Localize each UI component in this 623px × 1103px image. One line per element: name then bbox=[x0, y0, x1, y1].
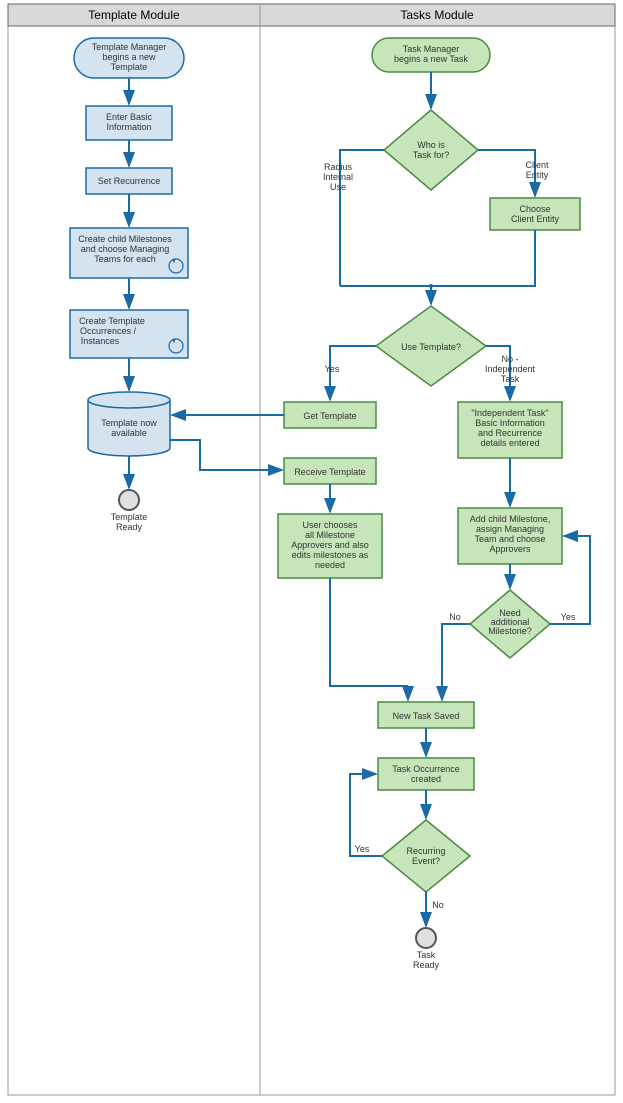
svg-text:Who isTask for?: Who isTask for? bbox=[413, 140, 450, 160]
svg-text:"Independent Task"Basic Inform: "Independent Task"Basic Informationand R… bbox=[471, 408, 548, 448]
arrow bbox=[340, 230, 535, 286]
arrow bbox=[442, 624, 470, 686]
svg-text:ClientEntity: ClientEntity bbox=[525, 160, 549, 180]
arrow bbox=[330, 578, 408, 686]
tasks-lane-title: Tasks Module bbox=[400, 8, 474, 22]
task-ready-end bbox=[416, 928, 436, 948]
template-lane-title: Template Module bbox=[88, 8, 180, 22]
svg-text:Get Template: Get Template bbox=[303, 411, 356, 421]
flowchart-diagram: Template Module Tasks Module Template Ma… bbox=[0, 0, 623, 1103]
svg-text:Set Recurrence: Set Recurrence bbox=[98, 176, 161, 186]
svg-text:RecurringEvent?: RecurringEvent? bbox=[406, 846, 445, 866]
svg-text:No: No bbox=[449, 612, 461, 622]
svg-text:No -IndependentTask: No -IndependentTask bbox=[485, 354, 536, 384]
svg-text:TaskReady: TaskReady bbox=[413, 950, 440, 970]
svg-text:TemplateReady: TemplateReady bbox=[111, 512, 148, 532]
arrow bbox=[170, 440, 282, 470]
svg-text:New Task Saved: New Task Saved bbox=[393, 711, 460, 721]
svg-text:Yes: Yes bbox=[561, 612, 576, 622]
svg-text:Use Template?: Use Template? bbox=[401, 342, 461, 352]
svg-text:Receive Template: Receive Template bbox=[294, 467, 365, 477]
svg-text:Enter BasicInformation: Enter BasicInformation bbox=[106, 112, 153, 132]
svg-text:Yes: Yes bbox=[355, 844, 370, 854]
svg-text:Yes: Yes bbox=[325, 364, 340, 374]
svg-text:Task Managerbegins a new Task: Task Managerbegins a new Task bbox=[394, 44, 468, 64]
template-available-db: Template nowavailable bbox=[88, 392, 170, 456]
svg-text:No: No bbox=[432, 900, 444, 910]
template-ready-end bbox=[119, 490, 139, 510]
svg-text:RadiusInternalUse: RadiusInternalUse bbox=[323, 162, 353, 192]
